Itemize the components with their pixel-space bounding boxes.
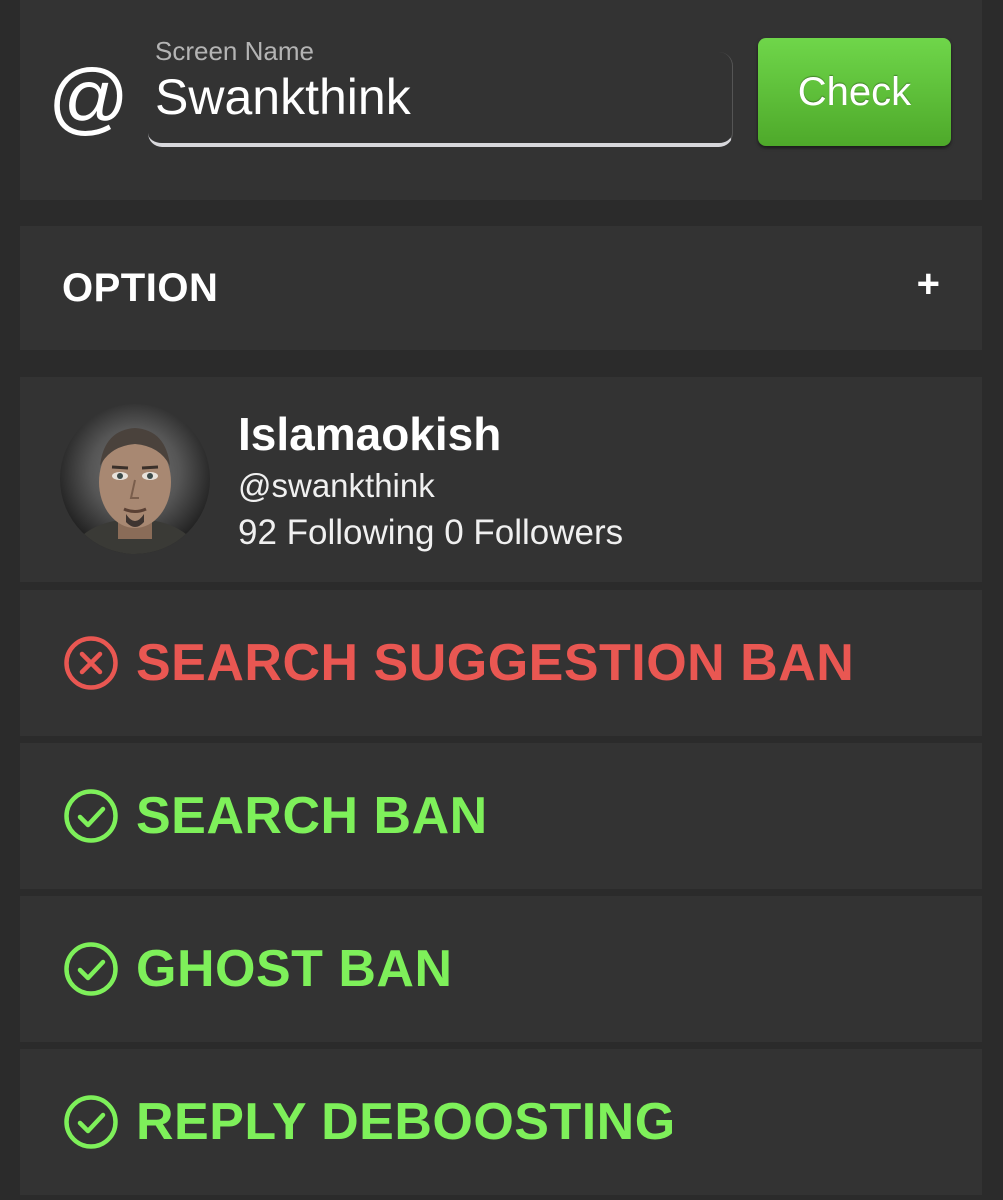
screen-name-label: Screen Name bbox=[155, 36, 314, 66]
result-label: SEARCH BAN bbox=[136, 787, 488, 845]
display-name: Islamaokish bbox=[238, 408, 502, 460]
check-circle-icon bbox=[64, 942, 118, 996]
result-row-search-ban: SEARCH BAN bbox=[20, 743, 982, 889]
avatar bbox=[60, 404, 210, 554]
result-label: GHOST BAN bbox=[136, 940, 453, 998]
result-label: SEARCH SUGGESTION BAN bbox=[136, 634, 855, 692]
option-toggle[interactable]: OPTION + bbox=[20, 226, 982, 350]
at-sign-icon: @ bbox=[48, 53, 130, 142]
result-row-search-suggestion-ban: SEARCH SUGGESTION BAN bbox=[20, 590, 982, 736]
result-row-ghost-ban: GHOST BAN bbox=[20, 896, 982, 1042]
follow-counts: 92 Following 0 Followers bbox=[238, 513, 624, 552]
check-circle-icon bbox=[64, 1095, 118, 1149]
x-circle-icon bbox=[64, 636, 118, 690]
avatar-portrait-icon bbox=[73, 428, 197, 554]
check-button[interactable]: Check bbox=[758, 38, 951, 146]
screen-name-panel: @ Screen Name Swankthink Check bbox=[20, 0, 982, 200]
screen-name-value[interactable]: Swankthink bbox=[155, 68, 411, 126]
check-circle-icon bbox=[64, 789, 118, 843]
user-handle: @swankthink bbox=[238, 467, 435, 504]
plus-icon[interactable]: + bbox=[917, 262, 940, 307]
result-label: REPLY DEBOOSTING bbox=[136, 1093, 676, 1151]
option-title: OPTION bbox=[62, 266, 219, 310]
result-row-reply-deboosting: REPLY DEBOOSTING bbox=[20, 1049, 982, 1195]
profile-card: Islamaokish @swankthink 92 Following 0 F… bbox=[20, 377, 982, 582]
